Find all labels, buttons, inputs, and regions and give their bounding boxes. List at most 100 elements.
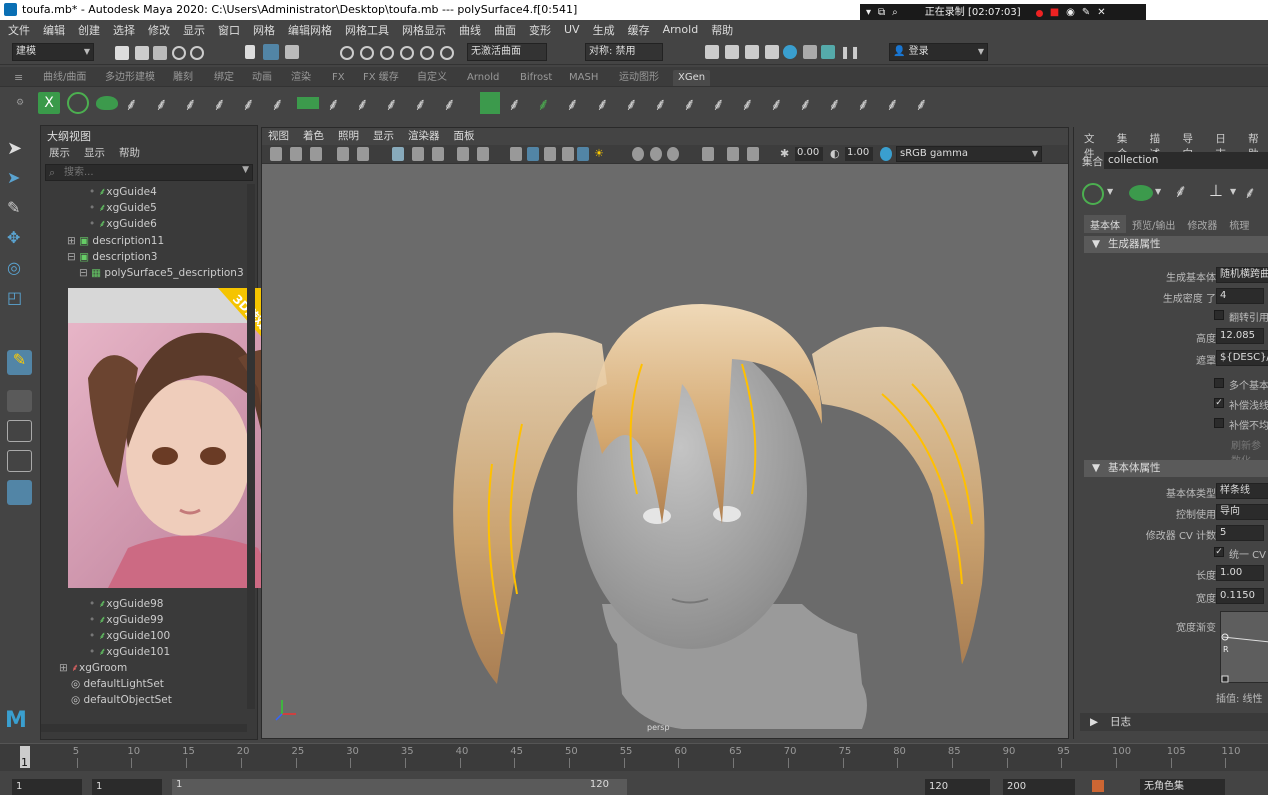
comb-icon[interactable]: ⸙ (327, 92, 349, 115)
guide-length-icon[interactable]: ⸙ (271, 92, 293, 115)
rotate-tool-icon[interactable]: ◎ (7, 258, 32, 283)
menu-create[interactable]: 创建 (78, 22, 100, 38)
list-item[interactable]: ⊞ ⸙xgGroom (41, 660, 246, 676)
sculpt-guide-icon[interactable]: ⸙ (155, 92, 177, 115)
height-field[interactable]: 12.085 (1216, 328, 1264, 344)
wire-on-shaded-icon[interactable] (562, 147, 574, 161)
list-item[interactable]: • ⸙xgGuide101 (41, 644, 246, 660)
flatten-icon[interactable]: ⸙ (915, 92, 937, 115)
select-tool-icon[interactable] (245, 45, 255, 59)
smooth-shade-icon[interactable] (527, 147, 539, 161)
menu-modify[interactable]: 修改 (148, 22, 170, 38)
menu-uv[interactable]: UV (564, 23, 580, 36)
lasso-tool-icon[interactable]: ➤ (7, 168, 32, 193)
xray-icon[interactable] (577, 147, 589, 161)
log-section[interactable]: ▶ 日志 (1080, 713, 1268, 731)
select-object-icon[interactable] (285, 45, 299, 59)
groom-icon[interactable] (297, 97, 319, 109)
chevron-down-icon[interactable]: ▼ (1155, 187, 1161, 196)
menu-display[interactable]: 显示 (183, 22, 205, 38)
pause-icon[interactable]: ❚❚ (840, 45, 860, 59)
list-item[interactable]: • ⸙xgGuide99 (41, 612, 246, 628)
outliner-menu-help[interactable]: 帮助 (119, 145, 140, 160)
menu-file[interactable]: 文件 (8, 22, 30, 38)
density-brush-icon[interactable]: ⸙ (508, 92, 530, 115)
snap-vertex-icon[interactable] (440, 46, 454, 60)
render-settings-icon[interactable] (765, 45, 779, 59)
viewport-panel[interactable]: 视图 着色 照明 显示 渲染器 面板 ☀ ✱ 0.00 ◐ 1.00 sRGB … (261, 127, 1069, 739)
cut-icon[interactable]: ⸙ (385, 92, 407, 115)
ipr-render-icon[interactable] (745, 45, 759, 59)
outliner-hscrollbar[interactable] (41, 724, 247, 732)
ptype-dropdown[interactable]: 样条线 (1216, 483, 1268, 499)
single-pane-icon[interactable] (7, 390, 32, 412)
noise-icon[interactable]: ⸙ (443, 92, 465, 115)
select-arrow-icon[interactable]: ➤ (7, 138, 32, 163)
guide-tool-icon[interactable]: ⸙ (213, 92, 235, 115)
tab-arnold[interactable]: Arnold (462, 70, 504, 86)
shelf-menu-icon[interactable]: ≡ (14, 71, 23, 84)
length-field[interactable]: 1.00 (1216, 565, 1264, 581)
guide-move-icon[interactable]: ⊥ (1209, 181, 1223, 200)
cut-brush-icon[interactable]: ⸙ (799, 92, 821, 115)
twist-icon[interactable]: ⸙ (625, 92, 647, 115)
xgen-collection-icon[interactable] (67, 92, 89, 114)
gamma-icon[interactable]: ◐ (830, 147, 842, 161)
snap-surface-icon[interactable] (420, 46, 434, 60)
collection-create-icon[interactable] (1082, 183, 1104, 205)
list-item[interactable]: • ⸙xgGuide5 (41, 200, 246, 216)
list-item[interactable]: • ⸙xgGuide4 (41, 184, 246, 200)
safe-title-icon[interactable] (477, 147, 489, 161)
collapse-icon[interactable]: ⊟ (67, 251, 79, 263)
scene-3d[interactable]: persp (262, 164, 1068, 738)
cv-count-field[interactable]: 5 (1216, 525, 1264, 541)
chevron-down-icon[interactable]: ▼ (1107, 187, 1113, 196)
exposure-field[interactable]: 0.00 (795, 147, 823, 161)
brush-icon[interactable]: ⸙ (356, 92, 378, 115)
elevation-icon[interactable]: ⸙ (741, 92, 763, 115)
tab-grooming[interactable]: 梳理 (1223, 215, 1255, 233)
control-dropdown[interactable]: 导向 (1216, 504, 1268, 520)
chevron-down-icon[interactable]: ▼ (242, 165, 249, 175)
menu-mesh[interactable]: 网格 (253, 22, 275, 38)
multi-checkbox[interactable] (1214, 378, 1224, 388)
gamma-field[interactable]: 1.00 (845, 147, 873, 161)
chevron-down-icon[interactable]: ▼ (1230, 187, 1236, 196)
noise-brush-icon[interactable]: ⸙ (886, 92, 908, 115)
tab-poly-modeling[interactable]: 多边形建模 (100, 70, 160, 86)
shelf-options-icon[interactable]: ⚙ (16, 98, 24, 108)
menu-mesh-tools[interactable]: 网格工具 (345, 22, 389, 38)
uniform-cv-checkbox[interactable]: ✓ (1214, 547, 1224, 557)
vp-menu-panels[interactable]: 面板 (454, 128, 475, 145)
vp-menu-show[interactable]: 显示 (373, 128, 394, 145)
exposure-icon[interactable]: ✱ (780, 147, 792, 161)
new-scene-icon[interactable] (115, 46, 129, 60)
xray-active-icon[interactable] (747, 147, 759, 161)
menu-select[interactable]: 选择 (113, 22, 135, 38)
select-hierarchy-icon[interactable] (263, 44, 279, 60)
select-guide-icon[interactable]: ⸙ (184, 92, 206, 115)
flip-checkbox[interactable] (1214, 310, 1224, 320)
undo-icon[interactable] (172, 46, 186, 60)
collection-field[interactable]: collection (1104, 152, 1268, 169)
list-item[interactable]: ◎ defaultLightSet (41, 676, 246, 692)
menu-edit[interactable]: 编辑 (43, 22, 65, 38)
tab-motion-graphics[interactable]: 运动图形 (614, 70, 664, 86)
menu-help[interactable]: 帮助 (711, 22, 733, 38)
density-field[interactable]: 4 (1216, 288, 1264, 304)
list-item[interactable]: • ⸙xgGuide6 (41, 216, 246, 232)
character-set-icon[interactable] (1092, 780, 1104, 792)
tab-modifiers[interactable]: 修改器 (1181, 215, 1223, 233)
interp-checkbox[interactable]: ✓ (1214, 398, 1224, 408)
outliner-layout-icon[interactable] (7, 480, 32, 505)
select-brush-icon[interactable]: ⸙ (857, 92, 879, 115)
tab-custom[interactable]: 自定义 (412, 70, 452, 86)
clump-icon[interactable]: ⸙ (414, 92, 436, 115)
two-pane-icon[interactable] (7, 450, 32, 472)
tab-bifrost[interactable]: Bifrost (515, 70, 557, 86)
list-item[interactable]: ◎ defaultObjectSet (41, 692, 246, 708)
isolate-icon[interactable] (702, 147, 714, 161)
list-item[interactable]: • ⸙xgGuide98 (41, 596, 246, 612)
generator-section-header[interactable]: ▼ 生成器属性 (1084, 236, 1268, 253)
mask-field[interactable]: ${DESC}/pa (1216, 350, 1268, 366)
